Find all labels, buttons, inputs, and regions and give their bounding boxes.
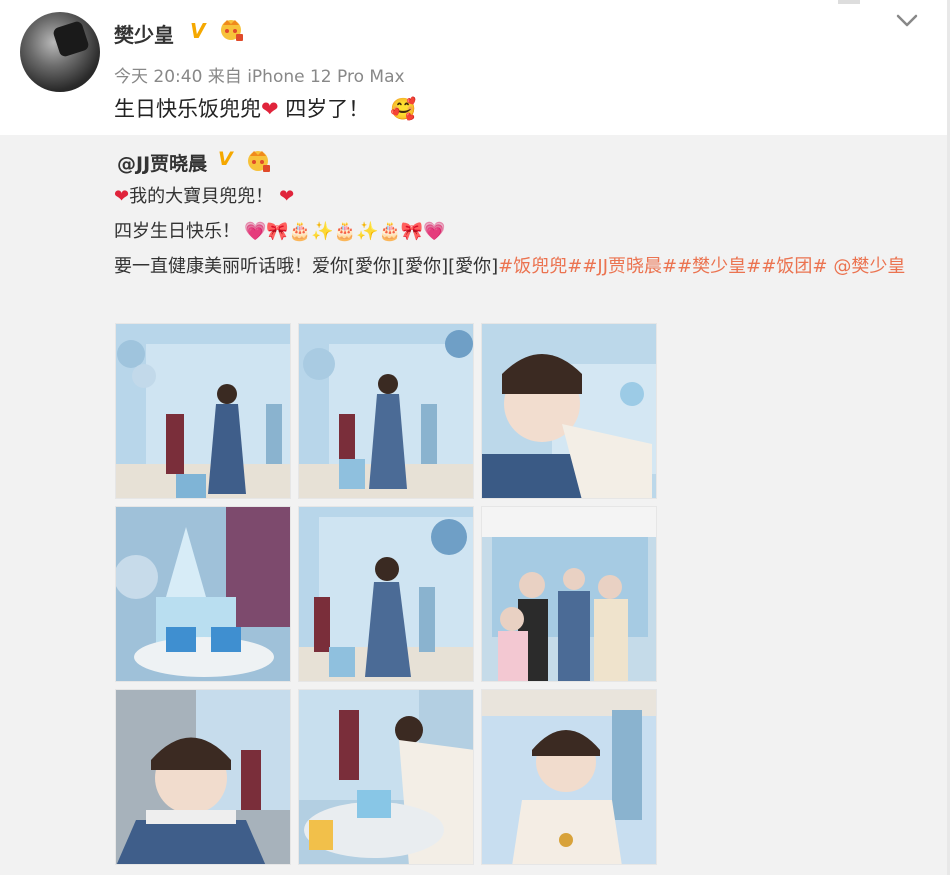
party-photo-8[interactable] <box>298 689 474 865</box>
post-username[interactable]: 樊少皇 <box>114 19 174 48</box>
post-header: 樊少皇 V 今天 20:40 来自 iPhone 12 Pro Max 生日快乐… <box>0 0 950 135</box>
repost-member-crown-icon[interactable] <box>245 147 271 173</box>
photo-grid <box>115 323 657 865</box>
post-meta: 今天 20:40 来自 iPhone 12 Pro Max <box>114 67 405 87</box>
party-photo-5[interactable] <box>298 506 474 682</box>
verified-badge-icon: V <box>190 19 206 43</box>
heart-icon: ❤ <box>261 97 279 121</box>
top-edge-indicator <box>838 0 860 4</box>
post-text-part1: 生日快乐饭兜兜 <box>114 97 261 121</box>
repost-line-3: 要一直健康美丽听话哦！爱你[愛你][愛你][愛你]#饭兜兜##JJ贾晓晨##樊少… <box>114 252 905 278</box>
party-photo-9[interactable] <box>481 689 657 865</box>
heart-icon: ❤ <box>114 186 130 207</box>
post-text: 生日快乐饭兜兜❤ 四岁了！ 🥰 <box>114 93 416 123</box>
party-photo-4[interactable] <box>115 506 291 682</box>
heart-icon: ❤ <box>279 186 295 207</box>
smile-emoji-icon: 🥰 <box>389 97 417 121</box>
post-text-part2: 四岁了！ <box>278 97 370 121</box>
party-photo-6[interactable] <box>481 506 657 682</box>
repost-username[interactable]: @JJ贾晓晨 <box>117 149 207 176</box>
repost-line-1: ❤我的大寶貝兜兜！ ❤ <box>114 182 294 208</box>
hashtag-links[interactable]: #饭兜兜##JJ贾晓晨##樊少皇##饭团# <box>498 256 827 277</box>
chevron-down-icon[interactable] <box>890 6 924 34</box>
mention-link[interactable]: @樊少皇 <box>833 256 905 277</box>
party-photo-3[interactable] <box>481 323 657 499</box>
repost-line-2: 四岁生日快乐！ 💗🎀🎂✨🎂✨🎂🎀💗 <box>114 217 446 243</box>
party-photo-7[interactable] <box>115 689 291 865</box>
repost-line-3-text: 要一直健康美丽听话哦！爱你[愛你][愛你][愛你] <box>114 256 499 277</box>
party-photo-1[interactable] <box>115 323 291 499</box>
repost-card: @JJ贾晓晨 V ❤我的大寶貝兜兜！ ❤ 四岁生日快乐！ 💗🎀🎂✨🎂✨🎂🎀💗 要一直… <box>0 135 950 875</box>
repost-verified-badge-icon: V <box>218 148 233 170</box>
member-crown-icon[interactable] <box>218 16 244 42</box>
party-photo-2[interactable] <box>298 323 474 499</box>
birthday-emojis-icon: 💗🎀🎂✨🎂✨🎂🎀💗 <box>244 221 446 242</box>
repost-line-1-text: 我的大寶貝兜兜！ <box>129 186 274 207</box>
repost-line-2-text: 四岁生日快乐！ <box>114 221 240 242</box>
avatar[interactable] <box>20 12 100 92</box>
